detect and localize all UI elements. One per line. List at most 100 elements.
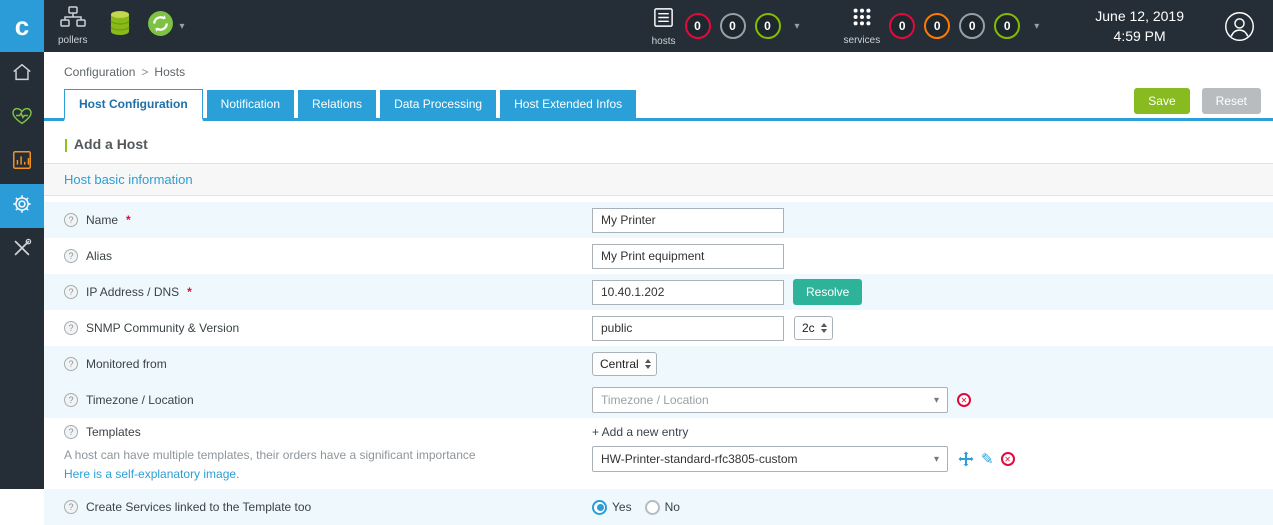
form-row-name: ? Name * — [44, 202, 1273, 238]
reset-button[interactable]: Reset — [1202, 88, 1261, 114]
templates-help-link[interactable]: Here is a self-explanatory image. — [64, 467, 239, 481]
home-icon — [11, 61, 33, 88]
help-icon[interactable]: ? — [64, 321, 78, 335]
templates-label: Templates — [86, 425, 141, 439]
radio-yes[interactable] — [592, 500, 607, 515]
select-arrows-icon — [821, 323, 827, 333]
help-icon[interactable]: ? — [64, 357, 78, 371]
services-menu-item[interactable]: services — [844, 6, 881, 46]
section-header-host-basic-information: Host basic information — [44, 163, 1273, 196]
sidebar-item-reporting[interactable] — [0, 140, 44, 184]
clock-date: June 12, 2019 — [1095, 6, 1184, 26]
services-badge-critical[interactable]: 0 — [889, 13, 915, 39]
ip-label: IP Address / DNS — [86, 285, 179, 299]
required-mark: * — [126, 213, 131, 227]
template-delete-icon[interactable]: ✕ — [1001, 452, 1015, 466]
monitored-from-value: Central — [600, 357, 639, 371]
database-status-icon[interactable] — [109, 10, 131, 42]
chart-icon — [11, 149, 33, 176]
sidebar-item-configuration[interactable] — [0, 184, 44, 228]
timezone-label: Timezone / Location — [86, 393, 194, 407]
clock-time: 4:59 PM — [1095, 26, 1184, 46]
tab-host-configuration[interactable]: Host Configuration — [64, 89, 203, 121]
template-select[interactable]: HW-Printer-standard-rfc3805-custom ▾ — [592, 446, 948, 472]
form-row-timezone: ? Timezone / Location Timezone / Locatio… — [44, 382, 1273, 418]
tab-actions: Save Reset — [1134, 88, 1261, 118]
help-icon[interactable]: ? — [64, 393, 78, 407]
templates-help-text: A host can have multiple templates, thei… — [64, 448, 476, 462]
form-row-snmp: ? SNMP Community & Version 2c — [44, 310, 1273, 346]
chevron-down-icon[interactable]: ▾ — [1034, 21, 1039, 32]
hosts-badge-down[interactable]: 0 — [685, 13, 711, 39]
alias-input[interactable] — [592, 244, 784, 269]
help-icon[interactable]: ? — [64, 425, 78, 439]
hosts-label: hosts — [652, 36, 676, 47]
main-content: Configuration > Hosts Host Configuration… — [44, 52, 1273, 489]
radio-no-label: No — [665, 500, 680, 514]
name-input[interactable] — [592, 208, 784, 233]
breadcrumb-hosts[interactable]: Hosts — [154, 65, 185, 79]
tools-icon — [11, 237, 33, 264]
timezone-placeholder: Timezone / Location — [601, 393, 934, 407]
monitored-from-select[interactable]: Central — [592, 352, 657, 376]
pollers-label: pollers — [58, 35, 87, 46]
monitored-from-label: Monitored from — [86, 357, 167, 371]
services-badge-unknown[interactable]: 0 — [959, 13, 985, 39]
create-services-label: Create Services linked to the Template t… — [86, 500, 311, 514]
hosts-badge-unreachable[interactable]: 0 — [720, 13, 746, 39]
tab-notification[interactable]: Notification — [207, 90, 294, 118]
services-badge-ok[interactable]: 0 — [994, 13, 1020, 39]
snmp-version-select[interactable]: 2c — [794, 316, 833, 340]
services-label: services — [844, 35, 881, 46]
template-edit-icon[interactable]: ✎ — [981, 450, 994, 468]
name-label: Name — [86, 213, 118, 227]
hosts-badge-up[interactable]: 0 — [755, 13, 781, 39]
services-status-menu: services 0 0 0 0 ▾ — [844, 6, 1040, 46]
help-icon[interactable]: ? — [64, 213, 78, 227]
centreon-logo[interactable]: c — [0, 0, 44, 52]
resolve-button[interactable]: Resolve — [793, 279, 862, 305]
sidebar-item-monitoring[interactable] — [0, 96, 44, 140]
ip-input[interactable] — [592, 280, 784, 305]
timezone-select[interactable]: Timezone / Location ▾ — [592, 387, 948, 413]
tab-relations[interactable]: Relations — [298, 90, 376, 118]
topbar: c pollers ▾ — [0, 0, 1273, 52]
form-row-create-services: ? Create Services linked to the Template… — [44, 489, 1273, 525]
form-row-monitored-from: ? Monitored from Central — [44, 346, 1273, 382]
help-icon[interactable]: ? — [64, 500, 78, 514]
form-row-templates: ? Templates A host can have multiple tem… — [44, 418, 1273, 489]
save-button[interactable]: Save — [1134, 88, 1189, 114]
sidebar — [0, 52, 44, 489]
form-row-alias: ? Alias — [44, 238, 1273, 274]
template-move-icon[interactable] — [958, 451, 974, 467]
radio-no[interactable] — [645, 500, 660, 515]
breadcrumb-configuration[interactable]: Configuration — [64, 65, 135, 79]
tab-host-extended-infos[interactable]: Host Extended Infos — [500, 90, 636, 118]
tab-data-processing[interactable]: Data Processing — [380, 90, 496, 118]
help-icon[interactable]: ? — [64, 285, 78, 299]
user-menu-icon[interactable] — [1224, 11, 1255, 42]
chevron-down-icon[interactable]: ▾ — [795, 21, 800, 32]
sidebar-item-administration[interactable] — [0, 228, 44, 272]
title-bar-accent: | — [64, 136, 68, 152]
clock: June 12, 2019 4:59 PM — [1095, 6, 1184, 47]
snmp-label: SNMP Community & Version — [86, 321, 239, 335]
hosts-menu-item[interactable]: hosts — [652, 6, 676, 47]
snmp-community-input[interactable] — [592, 316, 784, 341]
timezone-clear-icon[interactable]: ✕ — [957, 393, 971, 407]
gear-icon — [11, 193, 33, 220]
chevron-down-icon[interactable]: ▾ — [179, 21, 184, 32]
chevron-down-icon: ▾ — [934, 395, 939, 406]
sidebar-item-home[interactable] — [0, 52, 44, 96]
add-template-entry-link[interactable]: + Add a new entry — [592, 425, 688, 439]
poller-sync-status-icon[interactable] — [147, 10, 174, 42]
hosts-icon — [652, 6, 675, 34]
hosts-status-menu: hosts 0 0 0 ▾ — [652, 6, 800, 47]
breadcrumb-separator: > — [141, 65, 148, 79]
select-arrows-icon — [645, 359, 651, 369]
help-icon[interactable]: ? — [64, 249, 78, 263]
pollers-menu[interactable]: pollers — [58, 6, 87, 46]
services-badge-warning[interactable]: 0 — [924, 13, 950, 39]
template-selected-value: HW-Printer-standard-rfc3805-custom — [601, 452, 934, 466]
required-mark: * — [187, 285, 192, 299]
